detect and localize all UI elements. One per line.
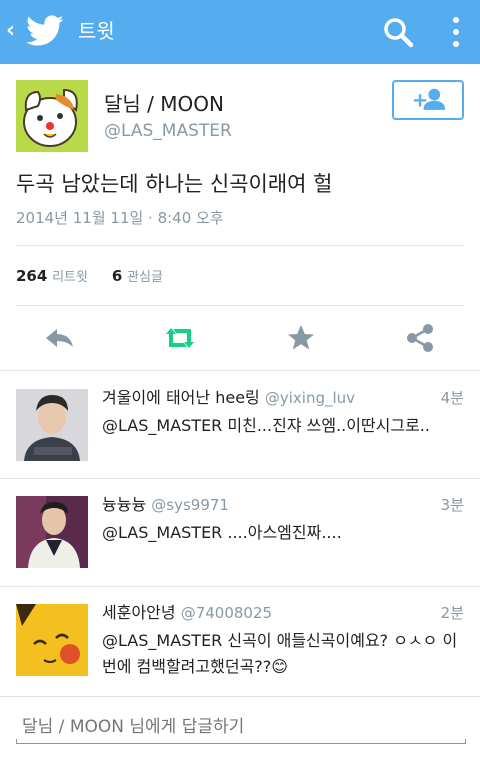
list-item[interactable]: 세훈아안녕 @74008025 2분 @LAS_MASTER 신곡이 애들신곡이… [0, 602, 480, 704]
retweet-label[interactable]: 리트윗 [52, 270, 88, 285]
page-title: 트윗 [78, 19, 115, 43]
avatar[interactable] [16, 80, 88, 152]
reply-author[interactable]: 늉늉늉 @sys9971 [102, 494, 229, 516]
reply-icon[interactable] [42, 320, 78, 356]
reply-bar [0, 696, 480, 757]
share-icon[interactable] [402, 320, 438, 356]
avatar[interactable] [16, 389, 88, 461]
author-name[interactable]: 달님 / MOON [104, 92, 224, 116]
reply-timestamp: 4분 [440, 389, 464, 407]
tweet-stats: 264 리트윗 6 관심글 [16, 264, 163, 288]
top-bar: ‹ 트윗 [0, 0, 480, 64]
more-vertical-icon[interactable] [444, 12, 468, 52]
retweet-count[interactable]: 264 [16, 267, 47, 285]
retweet-icon[interactable] [162, 320, 198, 356]
author-handle[interactable]: @LAS_MASTER [104, 120, 232, 142]
reply-author-name: 겨울이에 태어난 hee링 [102, 388, 260, 407]
reply-author-handle: @74008025 [180, 604, 273, 622]
reply-text: @LAS_MASTER 미친...진쟈 쓰엠..이딴시그로.. [102, 416, 430, 435]
favorite-label[interactable]: 관심글 [127, 270, 163, 285]
reply-input[interactable] [22, 717, 462, 737]
twitter-bird-icon[interactable] [26, 14, 64, 48]
avatar[interactable] [16, 604, 88, 676]
reply-text: @LAS_MASTER 신곡이 애들신곡이예요? ㅇㅅㅇ 이번에 컴백할려고했던… [102, 631, 458, 676]
input-underline [16, 739, 466, 744]
favorite-count[interactable]: 6 [112, 267, 122, 285]
divider [16, 305, 464, 306]
tweet-text: 두곡 남았는데 하나는 신곡이래여 헐 [16, 172, 333, 196]
list-item[interactable]: 겨울이에 태어난 hee링 @yixing_luv 4분 @LAS_MASTER… [0, 387, 480, 489]
reply-timestamp: 2분 [440, 604, 464, 622]
add-user-icon: + [412, 88, 446, 111]
search-icon[interactable] [380, 14, 416, 50]
reply-author[interactable]: 세훈아안녕 @74008025 [102, 602, 272, 624]
avatar[interactable] [16, 496, 88, 568]
star-icon[interactable] [283, 320, 319, 356]
follow-button[interactable]: + [392, 80, 464, 120]
reply-text: @LAS_MASTER ....아스엠진짜.... [102, 523, 342, 542]
reply-timestamp: 3분 [440, 496, 464, 514]
divider [0, 370, 480, 371]
divider [0, 478, 480, 479]
reply-author-name: 늉늉늉 [102, 495, 147, 514]
tweet-author: 달님 / MOON @LAS_MASTER + [16, 80, 464, 152]
reply-author[interactable]: 겨울이에 태어난 hee링 @yixing_luv [102, 387, 355, 409]
reply-author-name: 세훈아안녕 [102, 603, 176, 622]
tweet-timestamp: 2014년 11월 11일 · 8:40 오후 [16, 209, 224, 227]
reply-author-handle: @yixing_luv [264, 389, 356, 407]
reply-author-handle: @sys9971 [151, 496, 229, 514]
divider [16, 245, 464, 246]
chevron-left-icon[interactable]: ‹ [6, 18, 15, 44]
list-item[interactable]: 늉늉늉 @sys9971 3분 @LAS_MASTER ....아스엠진짜...… [0, 494, 480, 596]
divider [0, 586, 480, 587]
